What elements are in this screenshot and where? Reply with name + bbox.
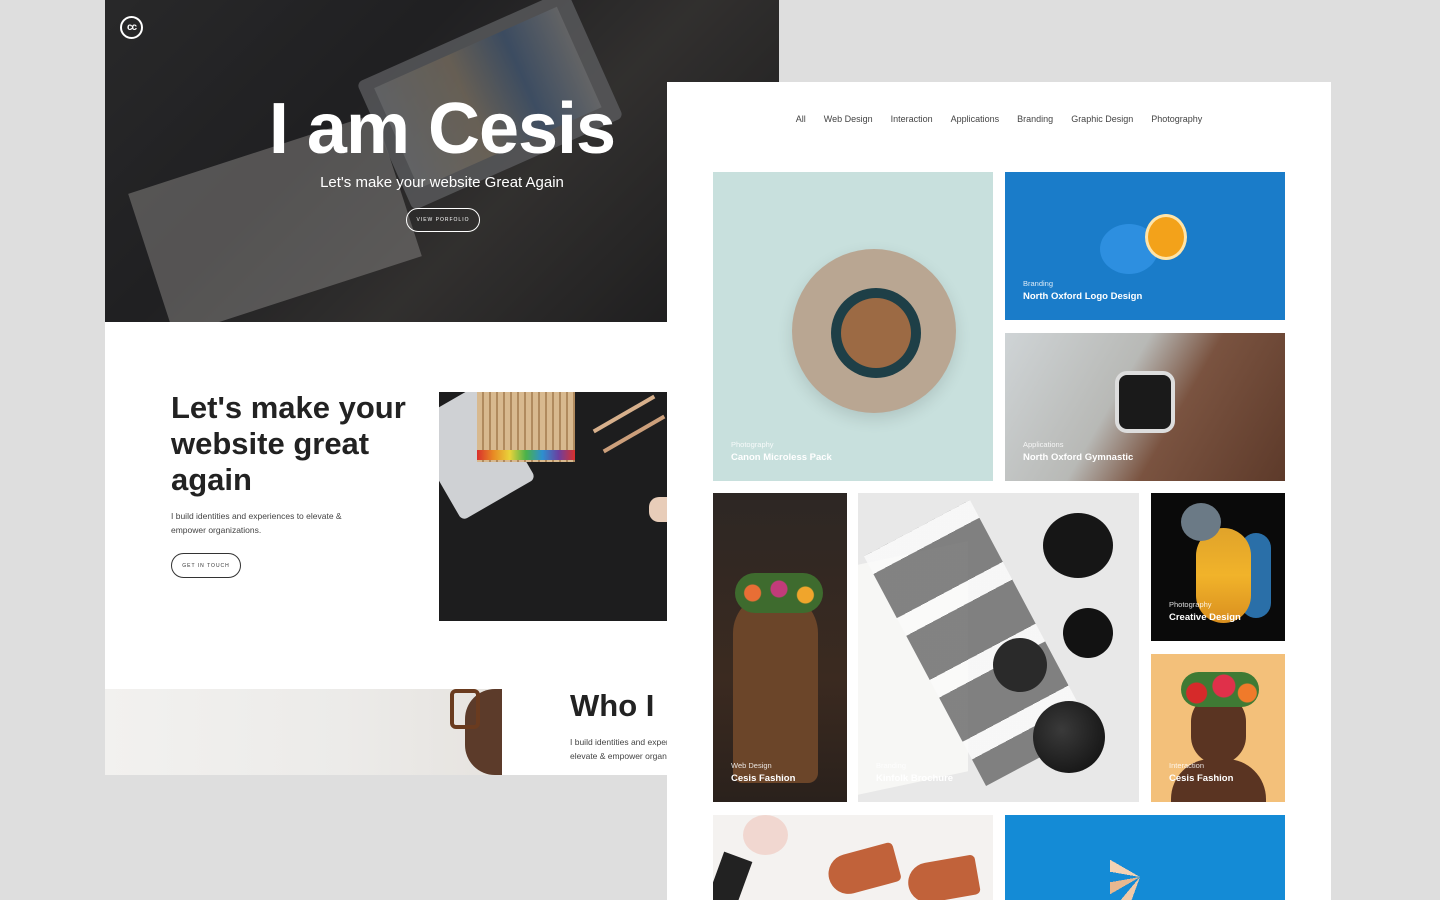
filter-interaction[interactable]: Interaction — [891, 114, 933, 124]
portfolio-item-shoes[interactable] — [713, 815, 993, 900]
portfolio-item-watch[interactable]: Applications North Oxford Gymnastic — [1005, 333, 1285, 481]
filter-web-design[interactable]: Web Design — [824, 114, 873, 124]
portfolio-item-category: Applications — [1023, 440, 1064, 449]
portfolio-item-category: Photography — [1169, 600, 1212, 609]
get-in-touch-button[interactable]: GET IN TOUCH — [171, 553, 241, 578]
who-image — [105, 689, 502, 775]
portfolio-item-name: North Oxford Gymnastic — [1023, 452, 1134, 463]
filter-all[interactable]: All — [796, 114, 806, 124]
portfolio-filters: All Web Design Interaction Applications … — [667, 114, 1331, 124]
portfolio-item-category: Branding — [1023, 279, 1054, 288]
portfolio-item-category: Branding — [876, 761, 907, 770]
portfolio-item-woman[interactable]: Web Design Cesis Fashion — [713, 493, 847, 802]
portfolio-item-name: Kinfolk Brochure — [876, 773, 954, 784]
portfolio-item-name: Cesis Fashion — [731, 773, 796, 784]
portfolio-item-name: Creative Design — [1169, 612, 1241, 623]
portfolio-item-category: Interaction — [1169, 761, 1205, 770]
portfolio-item-category: Photography — [731, 440, 774, 449]
who-heading: Who I — [570, 688, 655, 723]
view-portfolio-button[interactable]: VIEW PORFOLIO — [406, 208, 480, 232]
portfolio-preview: All Web Design Interaction Applications … — [667, 82, 1331, 900]
pencils-image — [439, 392, 667, 621]
filter-graphic-design[interactable]: Graphic Design — [1071, 114, 1133, 124]
portfolio-item-name: Cesis Fashion — [1169, 773, 1234, 784]
portfolio-item-brochure[interactable]: Branding Kinfolk Brochure — [858, 493, 1139, 802]
filter-applications[interactable]: Applications — [951, 114, 1000, 124]
portfolio-item-category: Web Design — [731, 761, 772, 770]
cc-logo-icon[interactable]: cc — [120, 16, 143, 39]
portfolio-item-name: North Oxford Logo Design — [1023, 291, 1143, 302]
portfolio-item-orange[interactable]: Branding North Oxford Logo Design — [1005, 172, 1285, 320]
filter-branding[interactable]: Branding — [1017, 114, 1053, 124]
filter-photography[interactable]: Photography — [1151, 114, 1202, 124]
intro-heading: Let's make your website great again — [171, 390, 406, 497]
portfolio-item-parrot[interactable]: Photography Creative Design — [1151, 493, 1285, 641]
portfolio-item-pineapple[interactable] — [1005, 815, 1285, 900]
intro-text: I build identities and experiences to el… — [171, 511, 342, 535]
portfolio-item-coffee[interactable]: Photography Canon Microless Pack — [713, 172, 993, 481]
portfolio-item-smiling-woman[interactable]: Interaction Cesis Fashion — [1151, 654, 1285, 802]
portfolio-item-name: Canon Microless Pack — [731, 452, 832, 463]
